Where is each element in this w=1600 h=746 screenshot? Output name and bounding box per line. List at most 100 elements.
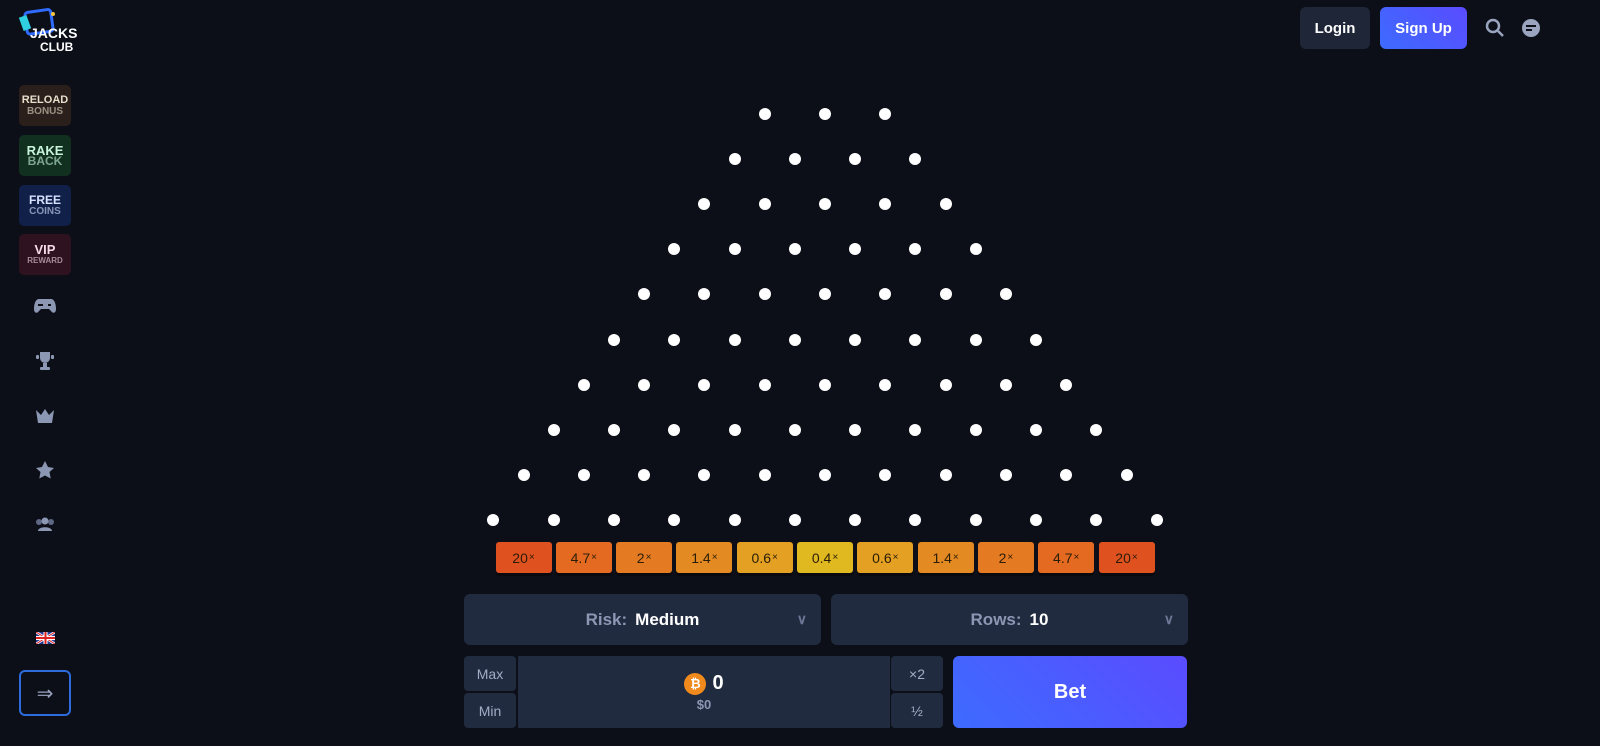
half-bet-button[interactable]: ½ [891, 693, 943, 728]
rakeback-button[interactable]: RAKE BACK [19, 135, 71, 176]
peg [999, 378, 1012, 391]
signup-button[interactable]: Sign Up [1380, 7, 1467, 49]
login-button[interactable]: Login [1300, 7, 1370, 49]
multiplier-bin: 1.4 × [917, 542, 974, 573]
peg [638, 468, 651, 481]
peg [728, 513, 741, 526]
risk-label: Risk: [585, 609, 628, 629]
reload-bonus-button[interactable]: RELOAD BONUS [19, 85, 71, 126]
crown-icon[interactable] [33, 404, 57, 428]
multiplier-value: 2 [998, 549, 1007, 566]
multiplier-suffix: × [892, 552, 899, 563]
trophy-icon[interactable] [33, 349, 57, 373]
multiplier-value: 4.7 [1053, 549, 1073, 566]
peg [939, 468, 952, 481]
multiplier-value: 20 [1115, 549, 1131, 566]
svg-text:CLUB: CLUB [40, 40, 74, 54]
peg [758, 288, 771, 301]
multiplier-suffix: × [528, 552, 535, 563]
peg [969, 423, 982, 436]
peg [638, 288, 651, 301]
peg [909, 423, 922, 436]
peg [819, 468, 831, 481]
multiplier-suffix: × [1073, 552, 1080, 563]
peg [788, 423, 801, 436]
users-icon[interactable] [33, 512, 57, 536]
rows-label: Rows: [970, 609, 1022, 629]
peg [969, 333, 982, 346]
double-bet-button[interactable]: ×2 [891, 656, 943, 691]
peg [879, 378, 892, 391]
risk-value: Medium [635, 609, 700, 629]
multiplier-value: 0.6 [751, 549, 771, 566]
peg [607, 333, 620, 346]
multiplier-bin: 0.4 × [797, 542, 853, 573]
multiplier-bin: 2 × [977, 542, 1034, 573]
chevron-down-icon: ∨ [1163, 611, 1174, 627]
max-bet-button[interactable]: Max [464, 656, 516, 691]
gamepad-icon[interactable] [33, 294, 57, 318]
vip-reward-button[interactable]: VIP REWARD [19, 234, 71, 275]
jacks-club-logo[interactable]: JACKS CLUB [18, 8, 78, 54]
peg [728, 333, 741, 346]
peg [1030, 513, 1043, 526]
bet-amount-usd: $0 [696, 697, 712, 712]
multiplier-suffix: × [645, 552, 652, 563]
star-icon[interactable] [33, 458, 57, 482]
peg [547, 513, 560, 526]
promo-line2: REWARD [27, 255, 63, 265]
peg [879, 198, 892, 211]
bitcoin-icon: ₿ [684, 672, 707, 695]
peg [728, 423, 741, 436]
multiplier-suffix: × [1131, 552, 1138, 563]
peg [758, 468, 771, 481]
multiplier-bin: 4.7 × [1038, 542, 1095, 573]
peg [668, 333, 681, 346]
peg [788, 153, 801, 166]
min-bet-button[interactable]: Min [464, 693, 516, 728]
expand-sidebar-button[interactable]: ⇒ [19, 670, 71, 716]
peg [607, 423, 620, 436]
peg [969, 513, 982, 526]
multiplier-suffix: × [1007, 552, 1014, 563]
rows-select[interactable]: Rows: 10 ∨ [831, 594, 1188, 645]
rows-value: 10 [1029, 609, 1049, 629]
peg [1090, 423, 1103, 436]
multiplier-suffix: × [711, 552, 718, 563]
multiplier-value: 1.4 [691, 549, 711, 566]
risk-select[interactable]: Risk: Medium ∨ [464, 594, 821, 645]
promo-line2: BACK [27, 153, 63, 168]
free-coins-button[interactable]: FREE COINS [19, 185, 71, 226]
peg [909, 153, 922, 166]
bet-button[interactable]: Bet [953, 656, 1187, 728]
multiplier-value: 2 [636, 549, 645, 566]
peg [849, 423, 862, 436]
peg [1030, 423, 1043, 436]
peg [698, 378, 711, 391]
peg [758, 198, 771, 211]
multiplier-value: 0.6 [872, 549, 892, 566]
peg [969, 243, 982, 256]
peg [909, 333, 922, 346]
peg [547, 423, 560, 436]
peg [999, 468, 1012, 481]
peg [788, 333, 801, 346]
chat-icon[interactable] [1520, 17, 1542, 39]
multiplier-suffix: × [772, 552, 778, 563]
peg [819, 198, 831, 211]
peg [1060, 378, 1073, 391]
peg [1060, 468, 1073, 481]
svg-text:JACKS: JACKS [30, 25, 77, 41]
peg [879, 468, 892, 481]
chevron-down-icon: ∨ [796, 611, 807, 627]
uk-flag-icon[interactable] [36, 632, 55, 644]
peg [939, 288, 952, 301]
promo-line1: VIP [34, 241, 56, 257]
multiplier-value: 0.4 [811, 549, 832, 566]
peg [1030, 333, 1043, 346]
search-icon[interactable] [1484, 17, 1506, 39]
peg [638, 378, 651, 391]
bet-amount-input[interactable]: ₿ 0 $0 [518, 656, 890, 728]
peg [1150, 513, 1163, 526]
peg [788, 243, 801, 256]
